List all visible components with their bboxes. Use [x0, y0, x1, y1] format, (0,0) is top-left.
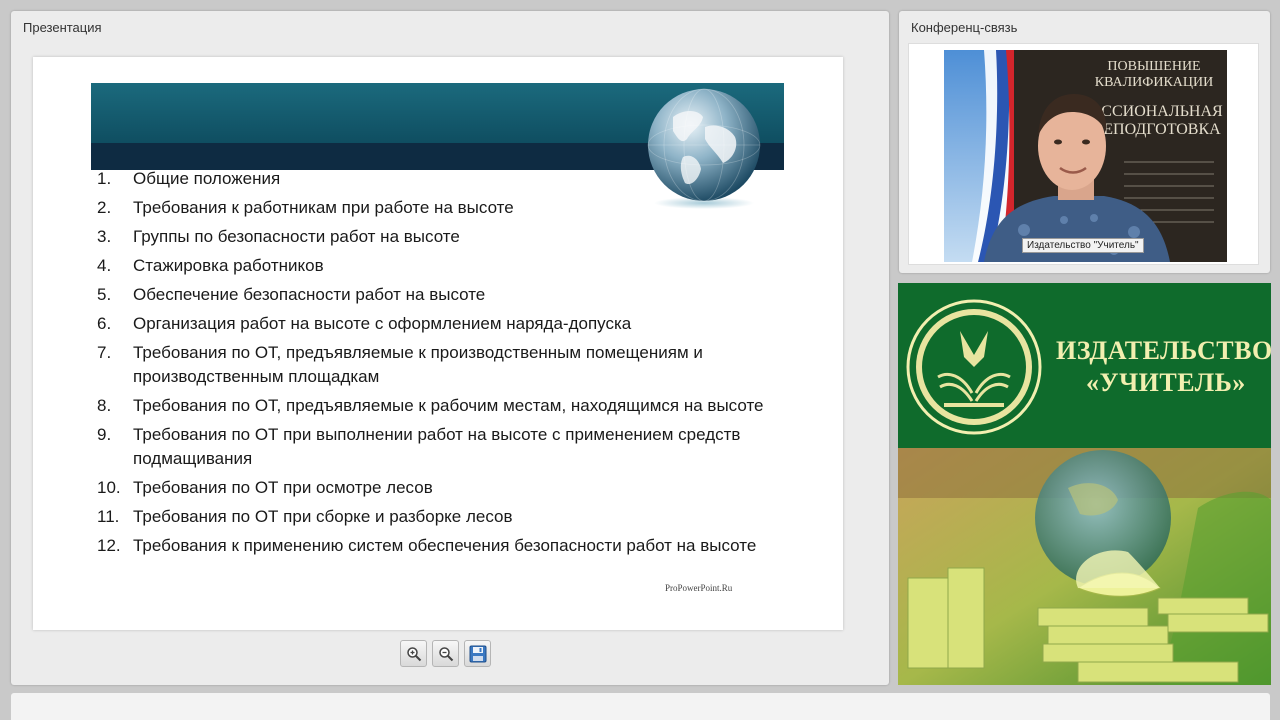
- presentation-slide: 1. Общие положения 2. Требования к работник…: [33, 57, 843, 630]
- slide-item-number: 10.: [97, 478, 121, 497]
- slide-item-number: 11.: [97, 507, 120, 526]
- slide-item-number: 4.: [97, 256, 112, 275]
- slide-item-number: 9.: [97, 425, 112, 444]
- presentation-toolbar: [400, 640, 491, 667]
- books-globe-image: [898, 448, 1271, 685]
- slide-list-item: 2. Требования к работникам при работе на …: [93, 196, 773, 220]
- zoom-in-button[interactable]: [400, 640, 427, 667]
- save-icon: [469, 645, 486, 662]
- video-caption: Издательство "Учитель": [1022, 238, 1144, 253]
- slide-list-item: 10. Требования по ОТ при осмотре лесов: [93, 476, 773, 500]
- zoom-out-button[interactable]: [432, 640, 459, 667]
- slide-item-text: Требования по ОТ, предъявляемые к рабочи…: [133, 396, 764, 415]
- slide-item-text: Общие положения: [133, 169, 281, 188]
- slide-item-number: 2.: [97, 198, 112, 217]
- slide-item-number: 1.: [97, 169, 112, 188]
- slide-item-number: 12.: [97, 536, 121, 555]
- publisher-name-line1: ИЗДАТЕЛЬСТВО: [1056, 336, 1273, 365]
- conference-panel: Конференц-связь ПОВЫШЕНИЕ КВАЛИФИКАЦИИ С…: [899, 11, 1270, 273]
- save-button[interactable]: [464, 640, 491, 667]
- slide-item-number: 6.: [97, 314, 112, 333]
- books-illustration: [898, 448, 1271, 685]
- speaker-video-frame: ПОВЫШЕНИЕ КВАЛИФИКАЦИИ ССИОНАЛЬНАЯ ЕПОДГ…: [944, 50, 1227, 262]
- slide-list-item: 1. Общие положения: [93, 167, 773, 191]
- slide-list-item: 7. Требования по ОТ, предъявляемые к прои…: [93, 341, 773, 389]
- slide-list-item: 8. Требования по ОТ, предъявляемые к рабо…: [93, 394, 773, 418]
- banner-line-4: ЕПОДГОТОВКА: [1103, 121, 1221, 138]
- slide-item-text: Требования по ОТ при осмотре лесов: [133, 478, 433, 497]
- slide-list-item: 9. Требования по ОТ при выполнении работ …: [93, 423, 773, 471]
- slide-item-number: 7.: [97, 343, 112, 362]
- webcam-video[interactable]: ПОВЫШЕНИЕ КВАЛИФИКАЦИИ ССИОНАЛЬНАЯ ЕПОДГ…: [944, 50, 1227, 262]
- slide-watermark: ProPowerPoint.Ru: [665, 583, 733, 593]
- slide-item-number: 5.: [97, 285, 112, 304]
- conference-panel-title: Конференц-связь: [911, 20, 1018, 35]
- slide-item-text: Требования к работникам при работе на вы…: [133, 198, 514, 217]
- slide-list-item: 4. Стажировка работников: [93, 254, 773, 278]
- slide-item-text: Требования к применению систем обеспечен…: [133, 536, 757, 555]
- slide-item-text: Организация работ на высоте с оформление…: [133, 314, 632, 333]
- zoom-out-icon: [438, 646, 453, 661]
- slide-item-number: 8.: [97, 396, 112, 415]
- slide-list-item: 11. Требования по ОТ при сборке и разборк…: [93, 505, 773, 529]
- presentation-panel-title: Презентация: [23, 20, 102, 35]
- slide-item-text: Требования по ОТ, предъявляемые к произв…: [133, 343, 703, 386]
- video-container: ПОВЫШЕНИЕ КВАЛИФИКАЦИИ ССИОНАЛЬНАЯ ЕПОДГ…: [908, 43, 1259, 265]
- slide-list-item: 6. Организация работ на высоте с оформлен…: [93, 312, 773, 336]
- slide-list-item: 12. Требования к применению систем обеспе…: [93, 534, 773, 558]
- slide-item-text: Требования по ОТ при выполнении работ на…: [133, 425, 741, 468]
- banner-line-3: ССИОНАЛЬНАЯ: [1101, 103, 1223, 120]
- slide-item-text: Стажировка работников: [133, 256, 324, 275]
- slide-item-text: Требования по ОТ при сборке и разборке л…: [133, 507, 513, 526]
- banner-line-2: КВАЛИФИКАЦИИ: [1095, 75, 1213, 90]
- slide-item-text: Группы по безопасности работ на высоте: [133, 227, 460, 246]
- slide-topic-list: 1. Общие положения 2. Требования к работник…: [93, 167, 773, 563]
- slide-item-text: Обеспечение безопасности работ на высоте: [133, 285, 486, 304]
- bottom-panel: [11, 693, 1270, 720]
- slide-list-item: 5. Обеспечение безопасности работ на высо…: [93, 283, 773, 307]
- zoom-in-icon: [406, 646, 421, 661]
- presentation-panel: Презентация 1. Общие положения 2. Требов…: [11, 11, 889, 685]
- slide-list-item: 3. Группы по безопасности работ на высоте: [93, 225, 773, 249]
- publisher-banner: ИЗДАТЕЛЬСТВО «УЧИТЕЛЬ»: [898, 283, 1273, 448]
- publisher-name-line2: «УЧИТЕЛЬ»: [1086, 368, 1246, 397]
- banner-line-1: ПОВЫШЕНИЕ: [1107, 59, 1200, 74]
- publisher-logo-icon: [906, 299, 1042, 435]
- slide-item-number: 3.: [97, 227, 112, 246]
